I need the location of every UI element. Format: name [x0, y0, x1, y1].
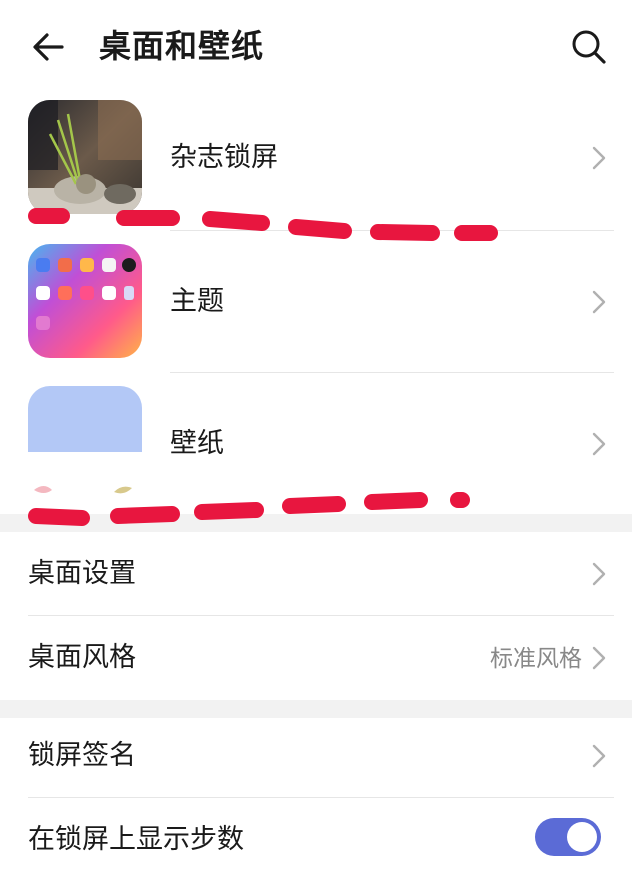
wallpaper-row[interactable]: 壁纸 [0, 386, 632, 528]
show-steps-toggle[interactable] [535, 818, 601, 856]
desktop-style-label: 桌面风格 [28, 642, 136, 673]
magazine-lockscreen-thumbnail [28, 100, 142, 214]
chevron-right-icon [592, 290, 606, 314]
back-arrow-icon [33, 33, 64, 61]
page-title: 桌面和壁纸 [99, 27, 265, 65]
back-button[interactable] [26, 24, 72, 70]
magazine-lockscreen-row[interactable]: 杂志锁屏 [0, 100, 632, 242]
desktop-style-value: 标准风格 [490, 646, 582, 672]
chevron-right-icon [592, 432, 606, 456]
toggle-knob [567, 822, 597, 852]
desktop-settings-label: 桌面设置 [28, 558, 136, 589]
divider [170, 230, 614, 231]
show-steps-label: 在锁屏上显示步数 [28, 824, 244, 855]
desktop-style-row[interactable]: 桌面风格 标准风格 [0, 616, 632, 702]
chevron-right-icon [592, 646, 606, 670]
theme-thumbnail [28, 244, 142, 358]
lockscreen-signature-label: 锁屏签名 [28, 740, 136, 771]
chevron-right-icon [592, 146, 606, 170]
search-icon [572, 30, 606, 64]
divider [170, 372, 614, 373]
section-gap [0, 514, 632, 532]
lockscreen-signature-row[interactable]: 锁屏签名 [0, 714, 632, 800]
show-steps-row: 在锁屏上显示步数 [0, 798, 632, 879]
chevron-right-icon [592, 562, 606, 586]
chevron-right-icon [592, 744, 606, 768]
magazine-lockscreen-label: 杂志锁屏 [170, 142, 278, 173]
theme-label: 主题 [170, 286, 224, 317]
top-bar: 桌面和壁纸 [0, 0, 632, 96]
desktop-settings-row[interactable]: 桌面设置 [0, 532, 632, 618]
search-button[interactable] [566, 24, 612, 70]
theme-row[interactable]: 主题 [0, 244, 632, 386]
wallpaper-label: 壁纸 [170, 428, 224, 459]
wallpaper-thumbnail [28, 386, 142, 500]
